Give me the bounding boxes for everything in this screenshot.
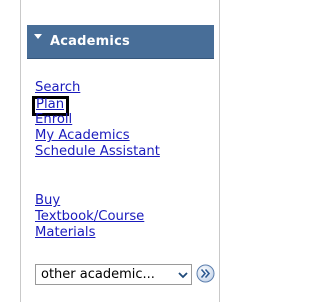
list-item: Materials	[35, 225, 144, 241]
academics-header[interactable]: Academics	[27, 25, 214, 59]
list-item: Enroll	[35, 112, 160, 128]
buy-link[interactable]: Buy	[35, 193, 60, 208]
panel-title: Academics	[50, 34, 130, 49]
list-item: Plan	[32, 96, 160, 116]
textbook-course-link[interactable]: Textbook/Course	[35, 209, 144, 224]
list-item: Search	[35, 80, 160, 96]
chevron-down-icon[interactable]	[178, 270, 188, 280]
list-item: Schedule Assistant	[35, 144, 160, 160]
other-academic-select[interactable]: other academic...	[35, 264, 192, 285]
plan-link[interactable]: Plan	[36, 97, 64, 112]
schedule-assistant-link[interactable]: Schedule Assistant	[35, 144, 160, 159]
enroll-link[interactable]: Enroll	[35, 112, 72, 127]
my-academics-link[interactable]: My Academics	[35, 128, 130, 143]
materials-link[interactable]: Materials	[35, 225, 95, 240]
list-item: Textbook/Course	[35, 209, 144, 225]
academics-links: Search Plan Enroll My Academics Schedule…	[32, 80, 160, 160]
double-chevron-right-icon[interactable]	[196, 264, 215, 283]
list-item: My Academics	[35, 128, 160, 144]
search-link[interactable]: Search	[35, 80, 80, 95]
list-item: Buy	[35, 193, 144, 209]
textbook-links: Buy Textbook/Course Materials	[35, 193, 144, 241]
academics-panel: Academics Search Plan Enroll My Academic…	[20, 0, 220, 302]
triangle-down-icon[interactable]	[33, 31, 43, 41]
select-value: other academic...	[41, 267, 155, 282]
